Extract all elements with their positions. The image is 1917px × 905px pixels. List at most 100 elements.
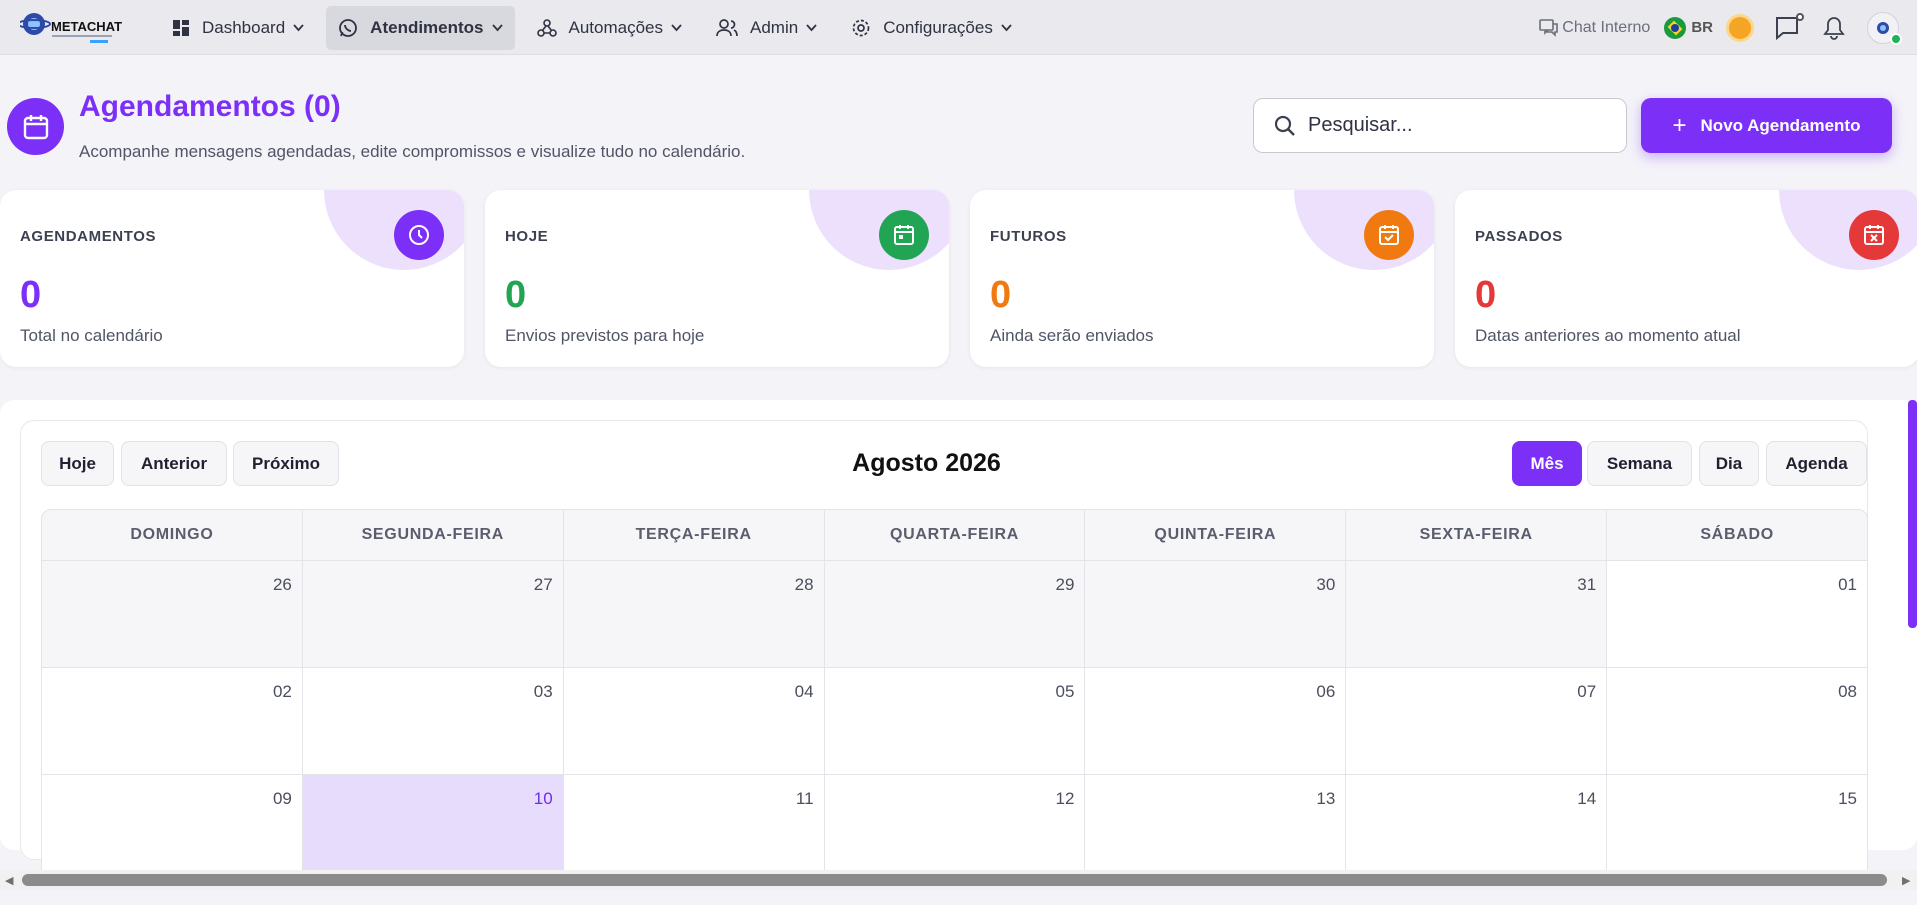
stat-card-agendamentos: AGENDAMENTOS 0 Total no calendário bbox=[0, 190, 464, 367]
view-day-button[interactable]: Dia bbox=[1699, 441, 1759, 486]
language-selector[interactable]: BR bbox=[1664, 16, 1713, 39]
day-cell[interactable]: 12 bbox=[824, 775, 1086, 881]
day-number: 11 bbox=[795, 789, 814, 808]
logo-text: METACHAT bbox=[51, 19, 122, 34]
stat-label: FUTUROS bbox=[990, 228, 1067, 245]
day-cell[interactable]: 28 bbox=[563, 561, 825, 667]
weekday-label: QUARTA-FEIRA bbox=[825, 510, 1086, 560]
avatar-logo-icon bbox=[1877, 21, 1889, 34]
stat-label: PASSADOS bbox=[1475, 228, 1563, 245]
stat-value: 0 bbox=[990, 274, 1012, 316]
nav-admin[interactable]: Admin bbox=[704, 6, 829, 50]
day-number: 26 bbox=[272, 575, 292, 594]
nav-dashboard-label: Dashboard bbox=[202, 18, 286, 37]
stat-description: Datas anteriores ao momento atual bbox=[1475, 326, 1741, 345]
day-number: 28 bbox=[794, 575, 814, 594]
day-cell[interactable]: 27 bbox=[302, 561, 564, 667]
day-cell[interactable]: 03 bbox=[302, 668, 564, 774]
day-number: 01 bbox=[1838, 575, 1858, 594]
main-nav: Dashboard Atendimentos Automações Admin … bbox=[160, 6, 1034, 50]
topbar-tools: Chat Interno BR bbox=[1539, 0, 1917, 55]
view-week-button[interactable]: Semana bbox=[1587, 441, 1692, 486]
nav-atendimentos[interactable]: Atendimentos bbox=[326, 6, 515, 50]
day-number: 08 bbox=[1838, 682, 1858, 701]
weekday-label: TERÇA-FEIRA bbox=[564, 510, 825, 560]
nav-automacoes-label: Automações bbox=[568, 18, 664, 37]
new-schedule-button[interactable]: + Novo Agendamento bbox=[1641, 98, 1892, 153]
stat-description: Total no calendário bbox=[20, 326, 163, 345]
chat-icon bbox=[1539, 18, 1559, 37]
day-cell[interactable]: 06 bbox=[1085, 668, 1347, 774]
day-cell[interactable]: 13 bbox=[1085, 775, 1347, 881]
day-number: 15 bbox=[1838, 789, 1858, 808]
scroll-left-arrow-icon[interactable]: ◀ bbox=[5, 874, 13, 887]
month-grid: DOMINGO SEGUNDA-FEIRA TERÇA-FEIRA QUARTA… bbox=[41, 509, 1868, 882]
calendar-check-icon bbox=[1364, 210, 1414, 260]
chat-interno-label: Chat Interno bbox=[1562, 18, 1651, 36]
stat-label: HOJE bbox=[505, 228, 549, 245]
today-button[interactable]: Hoje bbox=[41, 441, 114, 486]
day-cell[interactable]: 15 bbox=[1607, 775, 1868, 881]
day-cell[interactable]: 30 bbox=[1085, 561, 1347, 667]
day-cell[interactable]: 05 bbox=[824, 668, 1086, 774]
day-number: 07 bbox=[1577, 682, 1597, 701]
chevron-down-icon bbox=[1001, 24, 1012, 32]
chat-interno-link[interactable]: Chat Interno bbox=[1539, 19, 1650, 37]
scroll-right-arrow-icon[interactable]: ▶ bbox=[1902, 874, 1910, 887]
online-status-dot bbox=[1890, 32, 1902, 45]
calendar-day-icon bbox=[879, 210, 929, 260]
day-cell[interactable]: 26 bbox=[42, 561, 303, 667]
week-row: 02 03 04 05 06 07 08 bbox=[41, 668, 1868, 775]
day-cell[interactable]: 08 bbox=[1607, 668, 1868, 774]
week-row: 09 10 11 12 13 14 15 bbox=[41, 775, 1868, 882]
day-number: 03 bbox=[533, 682, 553, 701]
search-icon bbox=[1274, 115, 1295, 136]
dashboard-icon bbox=[173, 20, 189, 36]
day-number: 29 bbox=[1055, 575, 1075, 594]
horizontal-scrollbar-thumb[interactable] bbox=[22, 874, 1887, 886]
top-navbar: METACHAT Dashboard Atendimentos Automaçõ… bbox=[0, 0, 1917, 55]
nav-dashboard[interactable]: Dashboard bbox=[160, 6, 316, 50]
day-cell[interactable]: 11 bbox=[563, 775, 825, 881]
page-title: Agendamentos (0) bbox=[79, 90, 341, 123]
stat-card-futuros: FUTUROS 0 Ainda serão enviados bbox=[970, 190, 1434, 367]
user-avatar[interactable] bbox=[1867, 11, 1902, 45]
weekday-label: SEGUNDA-FEIRA bbox=[303, 510, 564, 560]
vertical-scrollbar-thumb[interactable] bbox=[1908, 400, 1917, 628]
nav-admin-label: Admin bbox=[750, 18, 799, 37]
chevron-down-icon bbox=[671, 24, 682, 32]
day-number: 05 bbox=[1055, 682, 1075, 701]
next-button[interactable]: Próximo bbox=[233, 441, 339, 486]
metachat-logo[interactable]: METACHAT bbox=[17, 10, 135, 48]
nav-automacoes[interactable]: Automações bbox=[525, 6, 695, 50]
day-cell-today[interactable]: 10 bbox=[302, 775, 564, 881]
day-cell[interactable]: 01 bbox=[1607, 561, 1868, 667]
messages-button[interactable] bbox=[1775, 12, 1804, 40]
nav-configuracoes-label: Configurações bbox=[883, 18, 993, 37]
day-cell[interactable]: 07 bbox=[1346, 668, 1608, 774]
previous-button[interactable]: Anterior bbox=[121, 441, 227, 486]
view-agenda-button[interactable]: Agenda bbox=[1766, 441, 1867, 486]
search-box[interactable] bbox=[1253, 98, 1627, 153]
calendar-x-icon bbox=[1849, 210, 1899, 260]
theme-toggle-sun-icon[interactable] bbox=[1729, 16, 1751, 39]
view-month-button[interactable]: Mês bbox=[1512, 441, 1582, 486]
nav-configuracoes[interactable]: Configurações bbox=[839, 6, 1024, 50]
day-number: 04 bbox=[794, 682, 814, 701]
chevron-down-icon bbox=[293, 24, 304, 32]
stat-value: 0 bbox=[505, 274, 527, 316]
nav-atendimentos-label: Atendimentos bbox=[370, 18, 484, 37]
day-cell[interactable]: 09 bbox=[42, 775, 303, 881]
day-cell[interactable]: 29 bbox=[824, 561, 1086, 667]
day-cell[interactable]: 04 bbox=[563, 668, 825, 774]
day-number: 02 bbox=[272, 682, 292, 701]
stat-label: AGENDAMENTOS bbox=[20, 228, 157, 245]
day-cell[interactable]: 14 bbox=[1346, 775, 1608, 881]
day-cell[interactable]: 02 bbox=[42, 668, 303, 774]
search-input[interactable] bbox=[1308, 114, 1588, 137]
webhook-icon bbox=[536, 19, 557, 37]
notifications-button[interactable] bbox=[1823, 16, 1845, 40]
day-cell[interactable]: 31 bbox=[1346, 561, 1608, 667]
day-number: 12 bbox=[1055, 789, 1075, 808]
weekday-label: QUINTA-FEIRA bbox=[1085, 510, 1347, 560]
